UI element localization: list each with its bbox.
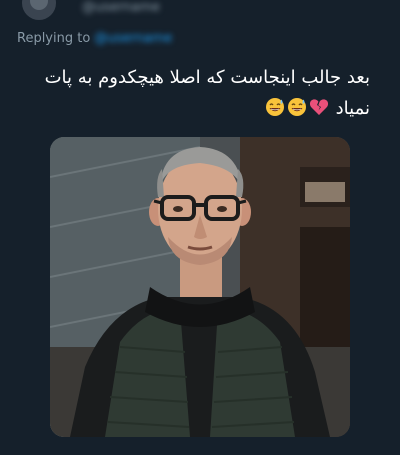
grinning-sweat-emoji bbox=[265, 98, 284, 116]
broken-heart-emoji bbox=[309, 99, 328, 115]
tweet-text: بعد جالب اینجاست که اصلا هیچکدوم به پات … bbox=[30, 62, 370, 124]
grinning-sweat-emoji bbox=[287, 98, 306, 116]
tweet-text-line-1: بعد جالب اینجاست که اصلا هیچکدوم به پات bbox=[44, 67, 370, 88]
replying-to-label: Replying to bbox=[17, 31, 91, 46]
tweet-media-photo[interactable] bbox=[50, 137, 350, 437]
reply-handle-link[interactable]: @username bbox=[94, 31, 172, 46]
photo-illustration bbox=[50, 137, 350, 437]
tweet-text-line-2: نمیاد bbox=[30, 93, 370, 124]
tweet-text-word: نمیاد bbox=[335, 98, 370, 119]
previous-tweet-row: @username bbox=[0, 0, 400, 22]
replying-to-line: Replying to @username bbox=[17, 31, 172, 46]
blurred-handle[interactable]: @username bbox=[82, 0, 160, 15]
avatar[interactable] bbox=[22, 0, 56, 20]
